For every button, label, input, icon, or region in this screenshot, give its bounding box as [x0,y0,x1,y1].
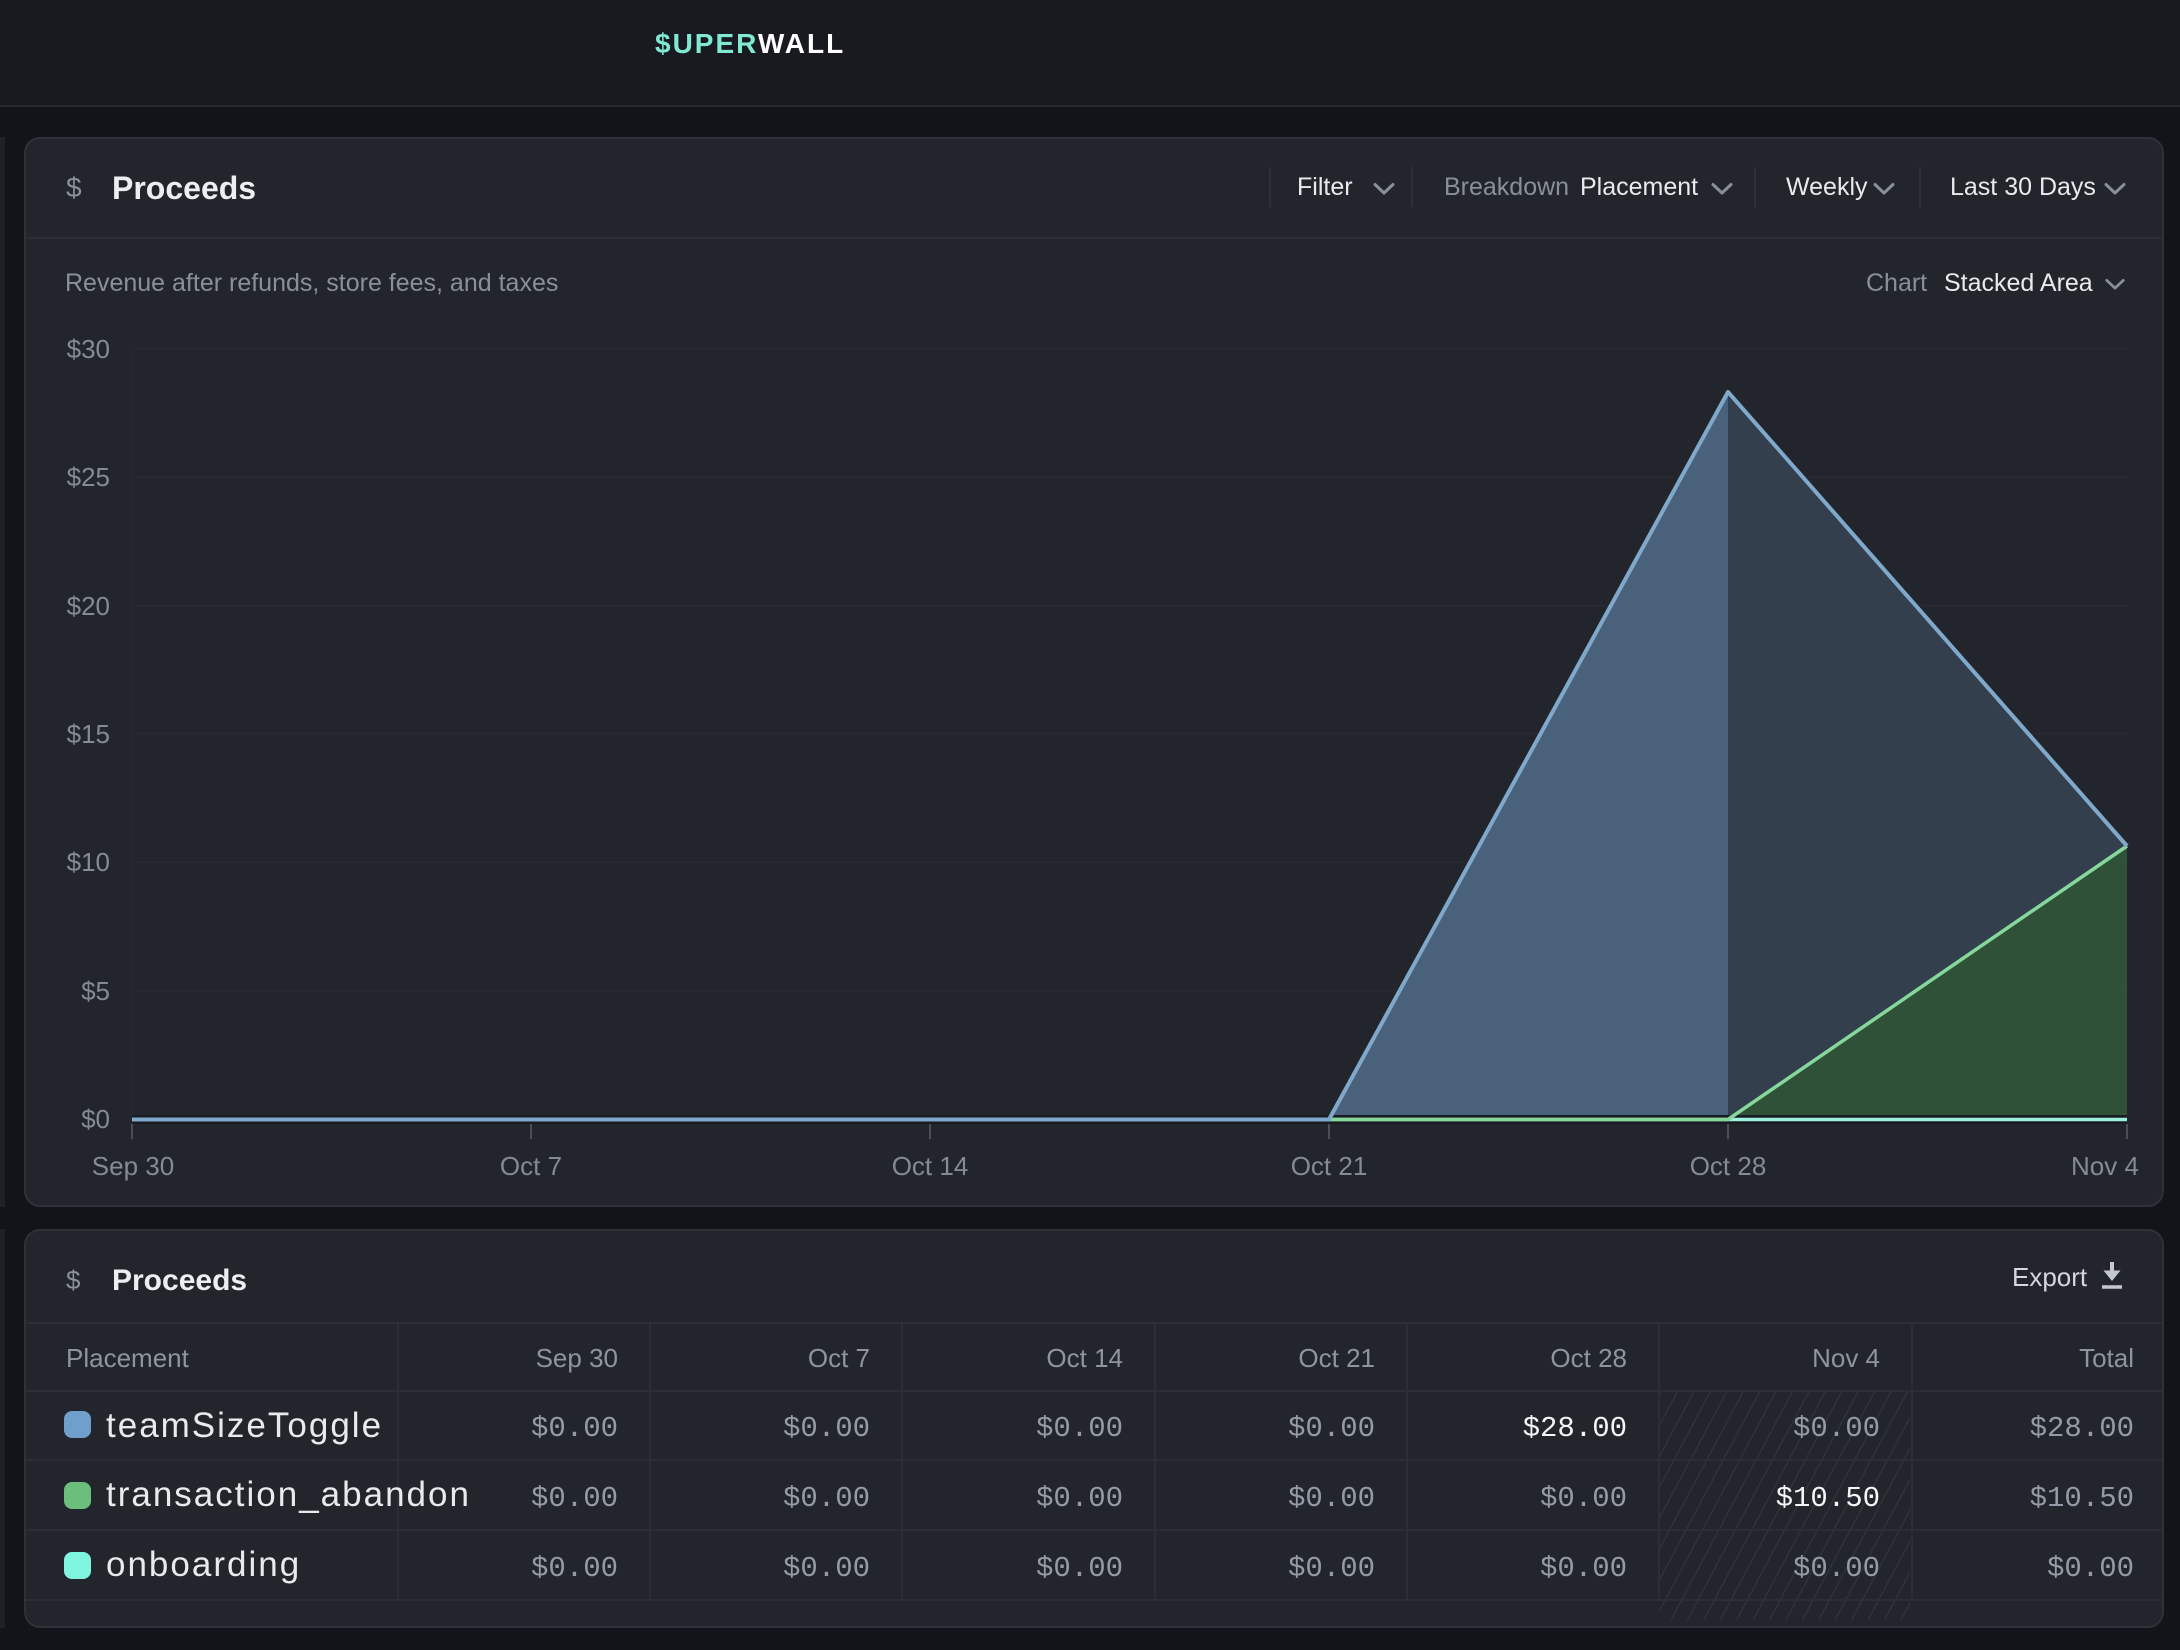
svg-text:Sep 30: Sep 30 [92,1151,174,1181]
svg-text:$20: $20 [67,591,110,621]
svg-text:$5: $5 [81,976,110,1006]
svg-text:Oct 28: Oct 28 [1690,1151,1767,1181]
svg-text:$10: $10 [67,847,110,877]
svg-text:Oct 7: Oct 7 [500,1151,562,1181]
svg-text:Oct 14: Oct 14 [892,1151,969,1181]
svg-text:$15: $15 [67,719,110,749]
svg-text:Oct 21: Oct 21 [1291,1151,1368,1181]
svg-text:Nov 4: Nov 4 [2071,1151,2139,1181]
svg-text:$25: $25 [67,462,110,492]
svg-text:$30: $30 [67,334,110,364]
svg-text:$0: $0 [81,1104,110,1134]
